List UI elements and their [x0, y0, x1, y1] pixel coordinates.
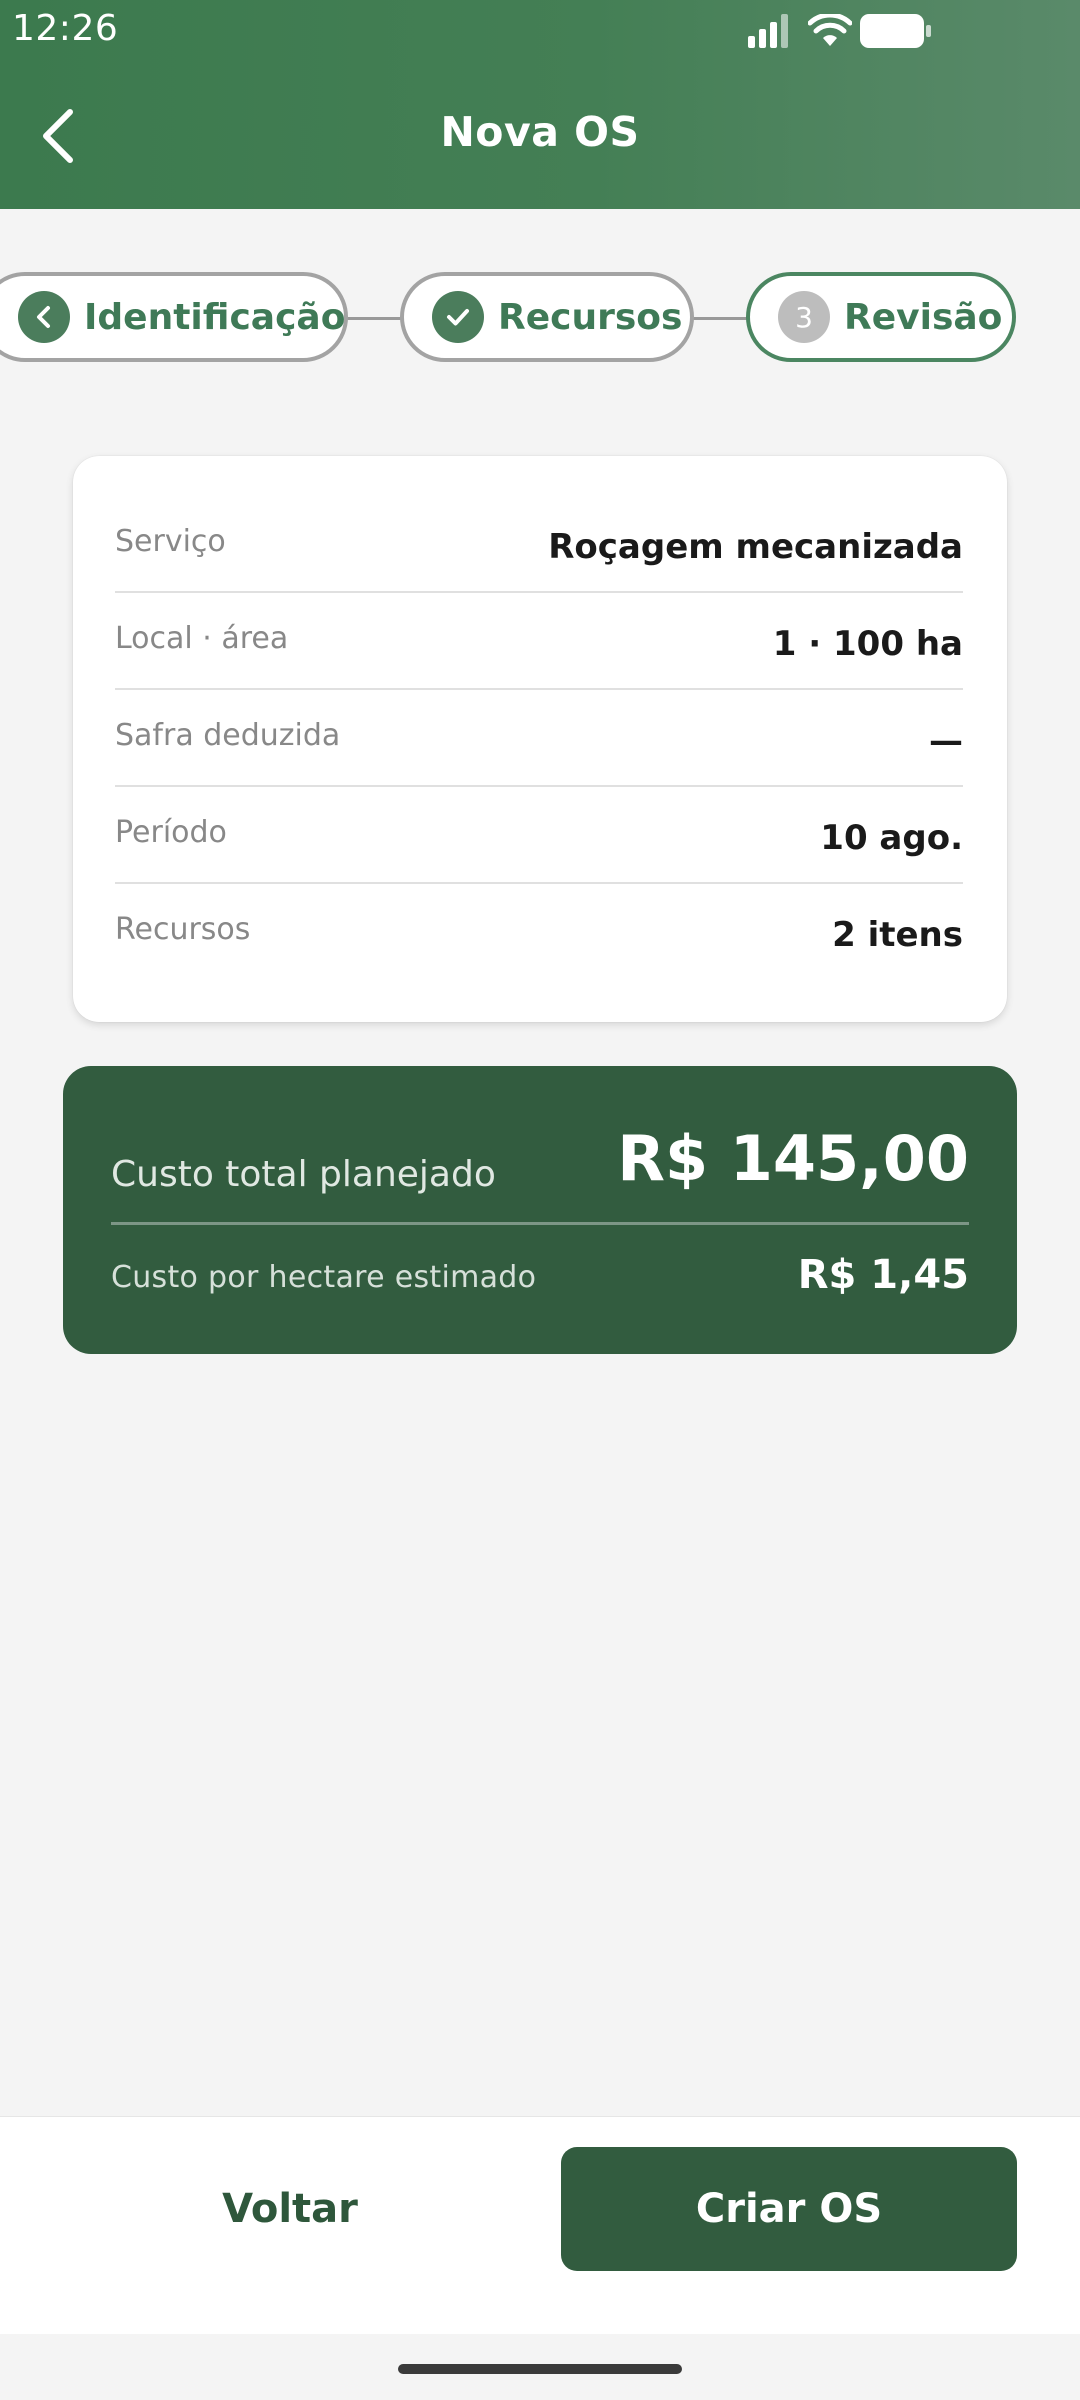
row-divider	[115, 785, 963, 787]
app-header: 12:26 Nova OS	[0, 0, 1080, 209]
step-revisao[interactable]: 3 Revisão	[746, 272, 1016, 362]
row-divider	[115, 882, 963, 884]
step-connector	[344, 317, 404, 320]
summary-row-recursos: Recursos 2 itens	[115, 886, 963, 983]
cost-per-hectare-value: R$ 1,45	[797, 1252, 969, 1298]
row-divider	[115, 591, 963, 593]
summary-card: Serviço Roçagem mecanizada Local · área …	[73, 456, 1007, 1022]
step-done-badge	[18, 291, 70, 343]
action-bar: Voltar Criar OS	[0, 2116, 1080, 2334]
battery-icon	[860, 14, 931, 48]
row-value: Roçagem mecanizada	[548, 526, 963, 567]
cost-divider	[111, 1222, 969, 1225]
step-number-badge: 3	[778, 291, 830, 343]
row-label: Período	[115, 815, 227, 850]
voltar-button[interactable]: Voltar	[90, 2147, 490, 2271]
step-label: Revisão	[844, 296, 1003, 338]
step-identificacao[interactable]: Identificação	[0, 272, 348, 362]
summary-row-local-area: Local · área 1 · 100 ha	[115, 595, 963, 692]
summary-row-periodo: Período 10 ago.	[115, 789, 963, 886]
step-recursos[interactable]: Recursos	[400, 272, 694, 362]
row-label: Local · área	[115, 621, 289, 656]
summary-row-servico: Serviço Roçagem mecanizada	[115, 498, 963, 595]
cost-card: Custo total planejado R$ 145,00 Custo po…	[63, 1066, 1017, 1354]
step-connector	[690, 317, 750, 320]
row-value: 10 ago.	[820, 817, 963, 858]
wifi-icon	[808, 14, 852, 46]
signal-icon	[748, 14, 788, 48]
row-value: 1 · 100 ha	[772, 623, 963, 664]
cost-total-value: R$ 145,00	[617, 1122, 969, 1195]
step-done-badge	[432, 291, 484, 343]
step-label: Identificação	[84, 296, 346, 338]
row-divider	[115, 688, 963, 690]
summary-row-safra: Safra deduzida —	[115, 692, 963, 789]
check-icon	[447, 309, 469, 326]
home-indicator[interactable]	[398, 2364, 682, 2374]
row-label: Recursos	[115, 912, 251, 947]
stepper: Identificação Recursos 3 Revisão	[0, 272, 1080, 364]
status-time: 12:26	[12, 8, 119, 49]
cost-total-label: Custo total planejado	[111, 1154, 496, 1195]
row-label: Serviço	[115, 524, 226, 559]
criar-os-button[interactable]: Criar OS	[561, 2147, 1017, 2271]
row-label: Safra deduzida	[115, 718, 341, 753]
row-value: —	[929, 720, 963, 761]
step-label: Recursos	[498, 296, 683, 338]
page-title: Nova OS	[440, 108, 640, 156]
row-value: 2 itens	[832, 914, 963, 955]
chevron-left-icon	[37, 306, 50, 328]
cost-per-hectare-label: Custo por hectare estimado	[111, 1260, 537, 1295]
